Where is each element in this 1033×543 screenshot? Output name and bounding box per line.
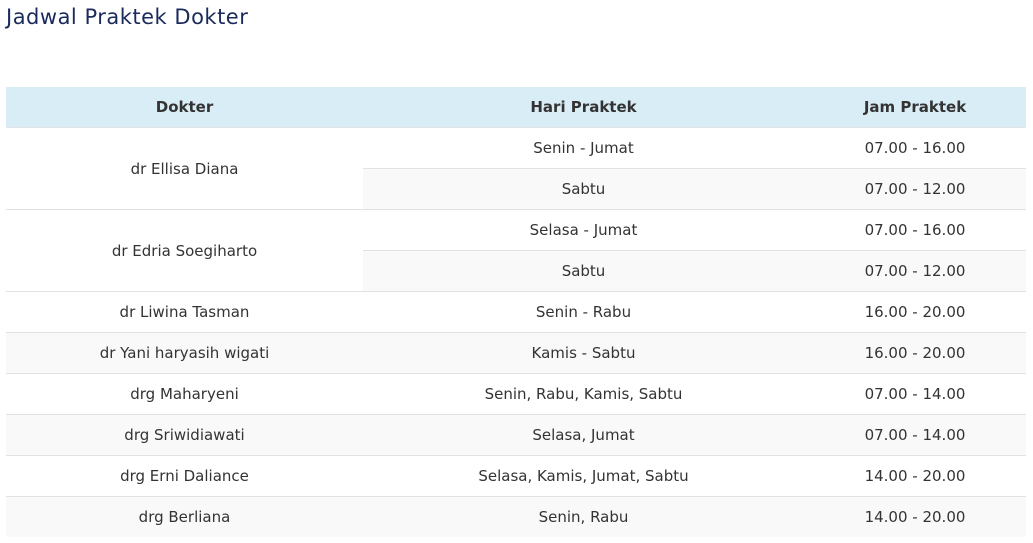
table-header-row: Dokter Hari Praktek Jam Praktek xyxy=(6,87,1026,128)
table-row: dr Liwina Tasman Senin - Rabu 16.00 - 20… xyxy=(6,291,1026,333)
table-row: dr Ellisa Diana Senin - Jumat 07.00 - 16… xyxy=(6,127,1026,210)
practice-days: Selasa - Jumat xyxy=(363,209,804,251)
doctor-name: drg Sriwidiawati xyxy=(6,414,363,456)
table-row: dr Yani haryasih wigati Kamis - Sabtu 16… xyxy=(6,332,1026,374)
practice-days: Senin, Rabu xyxy=(363,496,804,537)
schedule-table: Dokter Hari Praktek Jam Praktek dr Ellis… xyxy=(6,87,1026,537)
practice-days: Sabtu xyxy=(363,250,804,292)
practice-hours: 16.00 - 20.00 xyxy=(804,332,1026,374)
doctor-name: dr Liwina Tasman xyxy=(6,291,363,333)
practice-hours: 07.00 - 16.00 xyxy=(804,209,1026,251)
practice-hours: 07.00 - 14.00 xyxy=(804,414,1026,456)
practice-days: Senin - Jumat xyxy=(363,127,804,169)
doctor-name: dr Yani haryasih wigati xyxy=(6,332,363,374)
practice-hours: 07.00 - 16.00 xyxy=(804,127,1026,169)
table-row: drg Berliana Senin, Rabu 14.00 - 20.00 xyxy=(6,496,1026,537)
doctor-name: drg Berliana xyxy=(6,496,363,537)
practice-days: Selasa, Kamis, Jumat, Sabtu xyxy=(363,455,804,497)
table-row: drg Maharyeni Senin, Rabu, Kamis, Sabtu … xyxy=(6,373,1026,415)
practice-days: Senin, Rabu, Kamis, Sabtu xyxy=(363,373,804,415)
practice-hours: 16.00 - 20.00 xyxy=(804,291,1026,333)
column-header-doctor: Dokter xyxy=(6,87,363,128)
page-title: Jadwal Praktek Dokter xyxy=(6,5,249,29)
table-row: drg Sriwidiawati Selasa, Jumat 07.00 - 1… xyxy=(6,414,1026,456)
practice-hours: 07.00 - 14.00 xyxy=(804,373,1026,415)
table-row: dr Edria Soegiharto Selasa - Jumat 07.00… xyxy=(6,209,1026,292)
practice-hours: 14.00 - 20.00 xyxy=(804,496,1026,537)
doctor-name: dr Edria Soegiharto xyxy=(6,209,363,292)
column-header-hours: Jam Praktek xyxy=(804,87,1026,128)
doctor-name: drg Maharyeni xyxy=(6,373,363,415)
column-header-days: Hari Praktek xyxy=(363,87,804,128)
practice-days: Kamis - Sabtu xyxy=(363,332,804,374)
doctor-name: dr Ellisa Diana xyxy=(6,127,363,210)
practice-days: Selasa, Jumat xyxy=(363,414,804,456)
practice-hours: 07.00 - 12.00 xyxy=(804,250,1026,292)
practice-days: Sabtu xyxy=(363,168,804,210)
table-row: drg Erni Daliance Selasa, Kamis, Jumat, … xyxy=(6,455,1026,497)
doctor-name: drg Erni Daliance xyxy=(6,455,363,497)
practice-hours: 14.00 - 20.00 xyxy=(804,455,1026,497)
practice-days: Senin - Rabu xyxy=(363,291,804,333)
practice-hours: 07.00 - 12.00 xyxy=(804,168,1026,210)
